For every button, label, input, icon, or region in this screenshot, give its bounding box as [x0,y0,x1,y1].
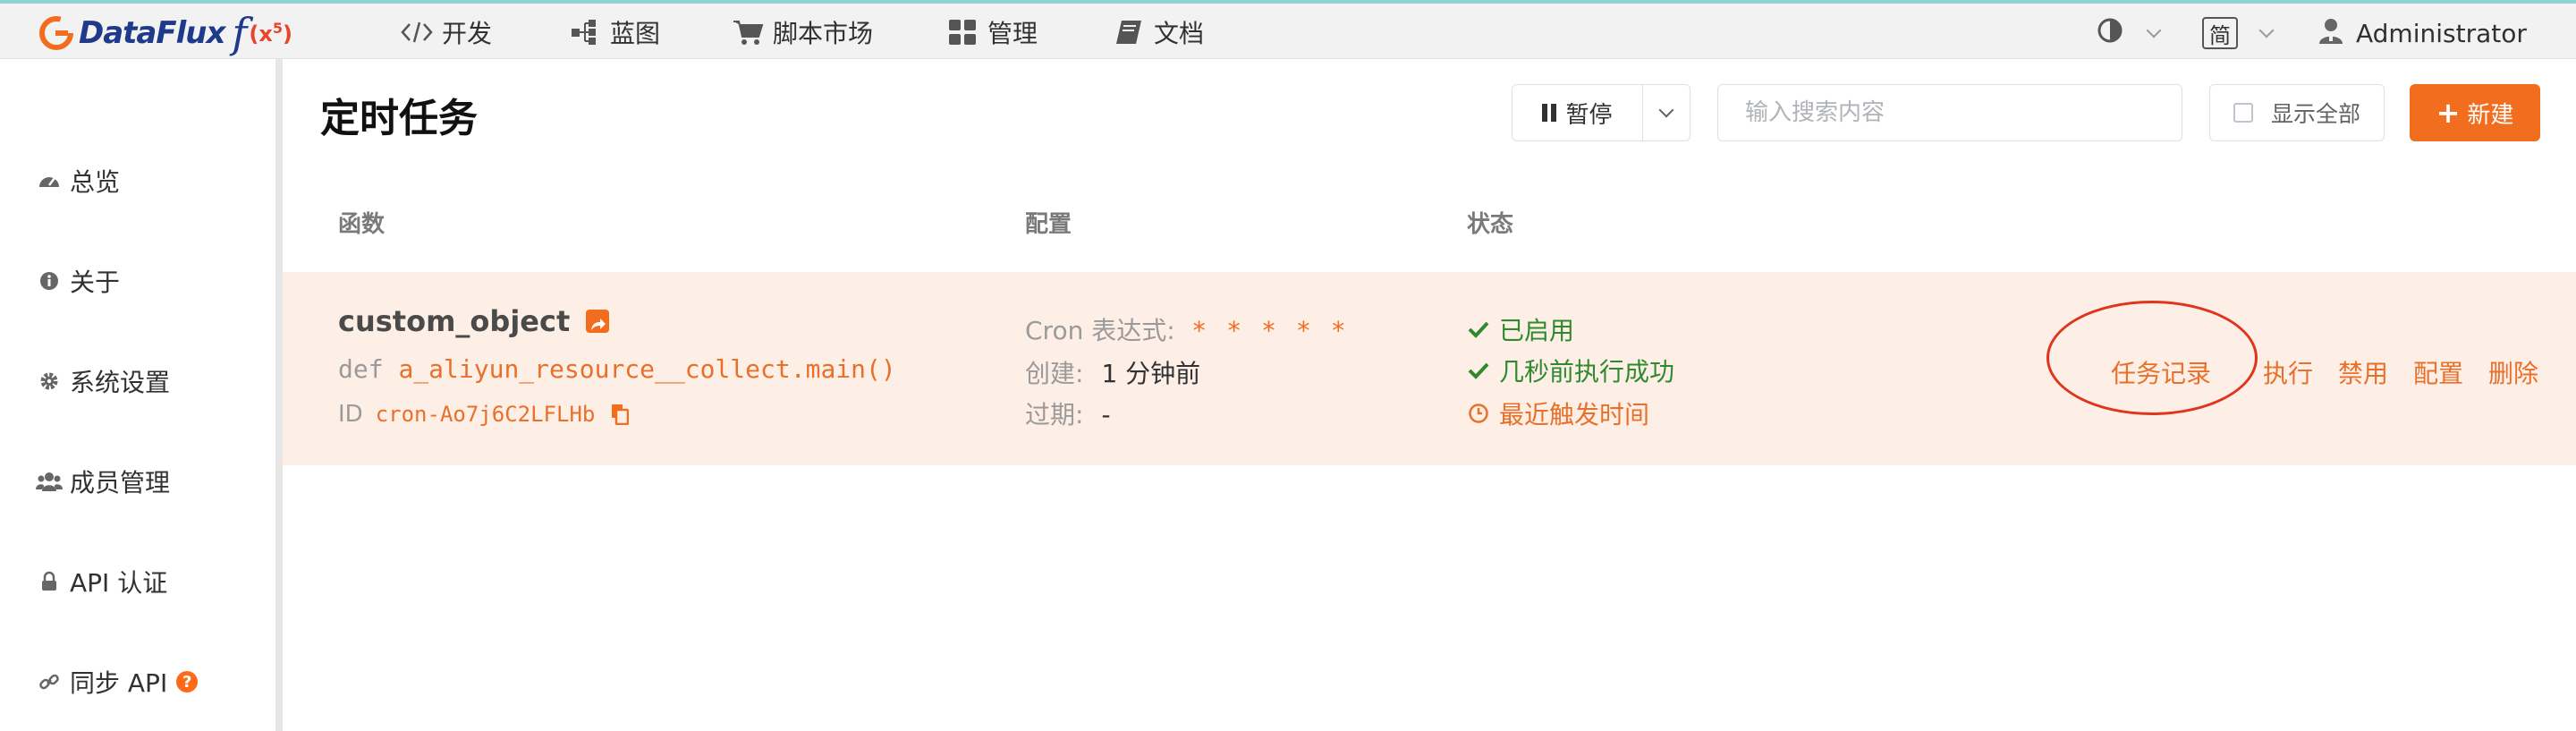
clock-icon [1467,402,1490,425]
pause-button[interactable]: 暂停 [1513,85,1643,140]
user-icon [2317,16,2345,51]
status-last-run: 几秒前执行成功 [1467,353,1674,388]
sidebar-item-about[interactable]: 关于 [36,263,120,299]
plus-icon: + [2436,96,2461,130]
created-time: 创建: 1 分钟前 [1025,359,1201,388]
delete-link[interactable]: 删除 [2488,354,2538,390]
logo-f: f [232,9,248,57]
help-icon[interactable]: ? [176,671,199,693]
check-icon [1467,359,1490,382]
execute-link[interactable]: 执行 [2263,354,2313,390]
expire-time: 过期: - [1025,400,1111,429]
contrast-icon [2097,17,2123,50]
gear-icon [36,368,63,395]
sidebar-item-members[interactable]: 成员管理 [36,463,170,499]
disable-link[interactable]: 禁用 [2338,354,2388,390]
nav-blueprint[interactable]: 蓝图 [569,16,660,48]
logo-text: DataFlux [79,15,225,51]
config-link[interactable]: 配置 [2413,354,2463,390]
user-menu[interactable]: Administrator [2317,13,2527,54]
search-input[interactable] [1717,84,2182,141]
new-button[interactable]: + 新建 [2410,84,2540,141]
status-trigger-time: 最近触发时间 [1467,395,1649,431]
sidebar-item-api-auth[interactable]: API 认证 [36,564,167,599]
language-select[interactable]: 简 [2202,13,2275,54]
task-id: ID cron-Ao7j6C2LFLHb [338,401,630,428]
cron-expression: Cron 表达式: * * * * * [1025,316,1352,345]
logo[interactable]: DataFlux f (x5) [39,9,292,57]
code-icon [401,19,433,46]
show-all-checkbox[interactable] [2233,103,2253,123]
nav-script-market[interactable]: 脚本市场 [732,16,873,48]
chevron-down-icon [2146,22,2162,38]
blueprint-icon [569,19,601,46]
link-icon [36,668,63,695]
column-header-status: 状态 [1467,211,1514,238]
grid-icon [946,19,979,46]
logo-x5: (x5) [249,20,292,47]
lock-icon [36,568,63,595]
sidebar-item-overview[interactable]: 总览 [36,163,120,199]
theme-toggle[interactable] [2097,13,2162,54]
function-name: custom_object [338,304,610,338]
sidebar-item-system-settings[interactable]: 系统设置 [36,363,170,399]
column-header-config: 配置 [1025,211,1072,238]
user-name: Administrator [2356,18,2527,48]
nav-dev[interactable]: 开发 [401,16,492,48]
sidebar-item-sync-api[interactable]: 同步 API ? [36,664,199,700]
pause-icon [1542,104,1557,122]
column-header-function: 函数 [338,211,386,238]
status-enabled: 已启用 [1467,311,1574,347]
users-icon [36,468,63,495]
annotation-circle [2046,301,2258,415]
book-icon [1113,19,1145,46]
check-icon [1467,318,1490,341]
pause-button-group: 暂停 [1512,84,1690,141]
pause-dropdown-button[interactable] [1643,85,1690,140]
lang-badge: 简 [2202,17,2238,49]
dashboard-icon [36,167,63,194]
show-all-toggle[interactable]: 显示全部 [2209,84,2385,141]
page-title: 定时任务 [320,96,478,141]
nav-docs[interactable]: 文档 [1113,16,1204,48]
top-bar: DataFlux f (x5) 开发 蓝图 脚本市场 管理 文档 简 Admin… [0,0,2576,59]
share-icon[interactable] [586,310,610,333]
info-icon [36,268,63,294]
cart-icon [732,19,764,46]
function-def: def a_aliyun_resource__collect.main() [338,354,896,384]
copy-icon[interactable] [611,404,630,426]
chevron-down-icon [1658,102,1674,118]
chevron-down-icon [2258,22,2275,38]
logo-mark-icon [39,16,73,50]
nav-manage[interactable]: 管理 [946,16,1038,48]
